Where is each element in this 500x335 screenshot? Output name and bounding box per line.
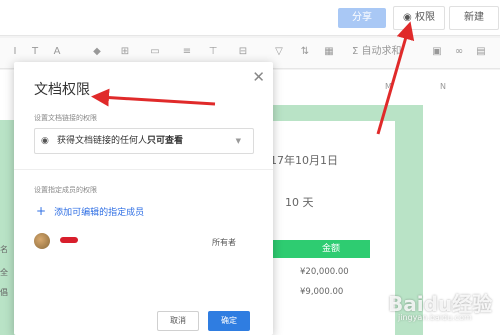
amount-cell[interactable]: ¥20,000.00 — [300, 267, 349, 277]
watermark-url: jingyan.baidu.com — [398, 313, 472, 322]
wrap-icon[interactable]: ⊟ — [236, 45, 250, 59]
left-cell[interactable]: 倡 — [0, 287, 8, 298]
share-button[interactable]: 分享 — [338, 8, 386, 28]
sort-icon[interactable]: ⇅ — [298, 45, 312, 59]
permission-dialog: 文档权限 ✕ 设置文档链接的权限 ◉ 获得文档链接的任何人只可查看 ▼ 设置指定… — [14, 62, 273, 335]
merge-icon[interactable]: ▭ — [148, 45, 162, 59]
avatar — [34, 233, 50, 249]
left-cell[interactable]: 全 — [0, 267, 8, 278]
column-header-m[interactable]: M — [385, 82, 392, 94]
comment-icon[interactable]: ▤ — [474, 45, 488, 59]
valign-icon[interactable]: ⊤ — [206, 45, 220, 59]
cancel-button[interactable]: 取消 — [157, 311, 199, 331]
sheet-green-band-top — [270, 105, 395, 121]
eye-icon: ◉ — [41, 136, 49, 146]
new-button[interactable]: 新建 — [449, 6, 499, 30]
link-option-prefix: 获得文档链接的任何人 — [57, 136, 148, 146]
left-cell[interactable]: 名 — [0, 244, 8, 255]
border-icon[interactable]: ⊞ — [118, 45, 132, 59]
chevron-down-icon: ▼ — [235, 137, 241, 145]
eye-icon: ◉ — [403, 12, 412, 23]
days-cell[interactable]: 10 天 — [285, 194, 314, 210]
link-permission-value: 获得文档链接的任何人只可查看 — [57, 129, 183, 153]
redacted-name — [60, 237, 78, 243]
add-member-label: 添加可编辑的指定成员 — [54, 208, 145, 218]
align-icon[interactable]: ≡ — [180, 45, 194, 59]
filter-icon[interactable]: ▽ — [272, 45, 286, 59]
close-icon[interactable]: ✕ — [252, 68, 265, 86]
members-permission-label: 设置指定成员的权限 — [34, 186, 97, 194]
ok-button[interactable]: 确定 — [208, 311, 250, 331]
link-option-bold: 只可查看 — [147, 136, 184, 146]
link-icon[interactable]: ∞ — [452, 45, 466, 59]
dialog-title: 文档权限 — [34, 82, 90, 98]
amount-header-cell[interactable]: 金额 — [270, 240, 370, 258]
font-color-icon[interactable]: A — [50, 45, 64, 59]
permission-button[interactable]: ◉ 权限 — [393, 6, 445, 30]
auto-sum-label: 自动求和 — [361, 46, 402, 57]
permission-label: 权限 — [414, 12, 435, 23]
date-cell[interactable]: 17年10月1日 — [270, 152, 338, 168]
link-permission-select[interactable]: ◉ 获得文档链接的任何人只可查看 ▼ — [34, 128, 254, 154]
link-permission-label: 设置文档链接的权限 — [34, 114, 97, 122]
image-icon[interactable]: ▣ — [430, 45, 444, 59]
divider — [14, 169, 273, 170]
amount-cell[interactable]: ¥9,000.00 — [300, 287, 343, 297]
amount-header-label: 金额 — [322, 244, 341, 254]
plus-icon: + — [36, 204, 47, 218]
owner-role-label: 所有者 — [212, 238, 236, 247]
fill-color-icon[interactable]: ◆ — [90, 45, 104, 59]
table-icon[interactable]: ▦ — [322, 45, 336, 59]
top-bar: 分享 ◉ 权限 新建 — [0, 0, 500, 36]
strikethrough-icon[interactable]: T — [28, 45, 42, 59]
add-member-button[interactable]: + 添加可编辑的指定成员 — [36, 204, 144, 218]
auto-sum-button[interactable]: Σ 自动求和 — [352, 45, 402, 59]
italic-icon[interactable]: I — [8, 45, 22, 59]
column-header-n[interactable]: N — [440, 82, 446, 94]
